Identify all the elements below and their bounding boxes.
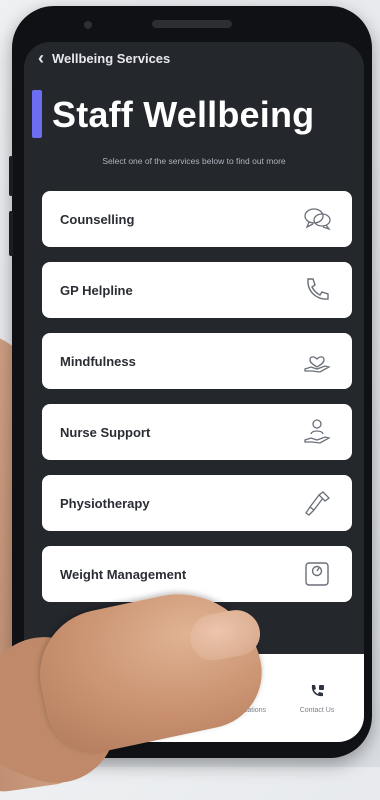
contact-phone-icon <box>311 684 324 696</box>
back-link[interactable]: Wellbeing Services <box>52 51 170 66</box>
page-subtitle: Select one of the services below to find… <box>102 156 286 166</box>
heart-hand-icon <box>300 347 334 375</box>
service-label: Mindfulness <box>60 353 136 369</box>
service-weight-management[interactable]: Weight Management <box>42 546 352 602</box>
service-label: GP Helpline <box>60 282 133 298</box>
speaker-notch <box>152 20 232 28</box>
camera-icon <box>84 21 92 29</box>
nav-contact[interactable]: Contact Us <box>282 683 352 714</box>
chat-bubbles-icon <box>300 205 334 233</box>
chevron-left-icon[interactable]: ‹ <box>38 48 44 69</box>
page-header: Staff Wellbeing <box>24 88 364 140</box>
service-label: Physiotherapy <box>60 495 150 511</box>
service-mindfulness[interactable]: Mindfulness <box>42 333 352 389</box>
service-label: Counselling <box>60 211 135 227</box>
scale-icon <box>300 560 334 588</box>
accent-bar <box>32 90 42 138</box>
service-label: Weight Management <box>60 566 187 582</box>
service-counselling[interactable]: Counselling <box>42 191 352 247</box>
services-list: Counselling GP Helpline Mindfulness Nurs… <box>42 191 352 617</box>
side-button <box>9 211 13 256</box>
massage-gun-icon <box>300 489 334 517</box>
page-title: Staff Wellbeing <box>52 94 315 135</box>
side-button <box>9 156 13 196</box>
top-nav-bar: ‹ Wellbeing Services <box>24 42 364 74</box>
phone-icon <box>300 276 334 304</box>
person-hand-icon <box>300 418 334 446</box>
nav-label: Contact Us <box>299 706 335 714</box>
service-label: Nurse Support <box>60 424 151 440</box>
service-nurse-support[interactable]: Nurse Support <box>42 404 352 460</box>
service-physiotherapy[interactable]: Physiotherapy <box>42 475 352 531</box>
service-gp-helpline[interactable]: GP Helpline <box>42 262 352 318</box>
